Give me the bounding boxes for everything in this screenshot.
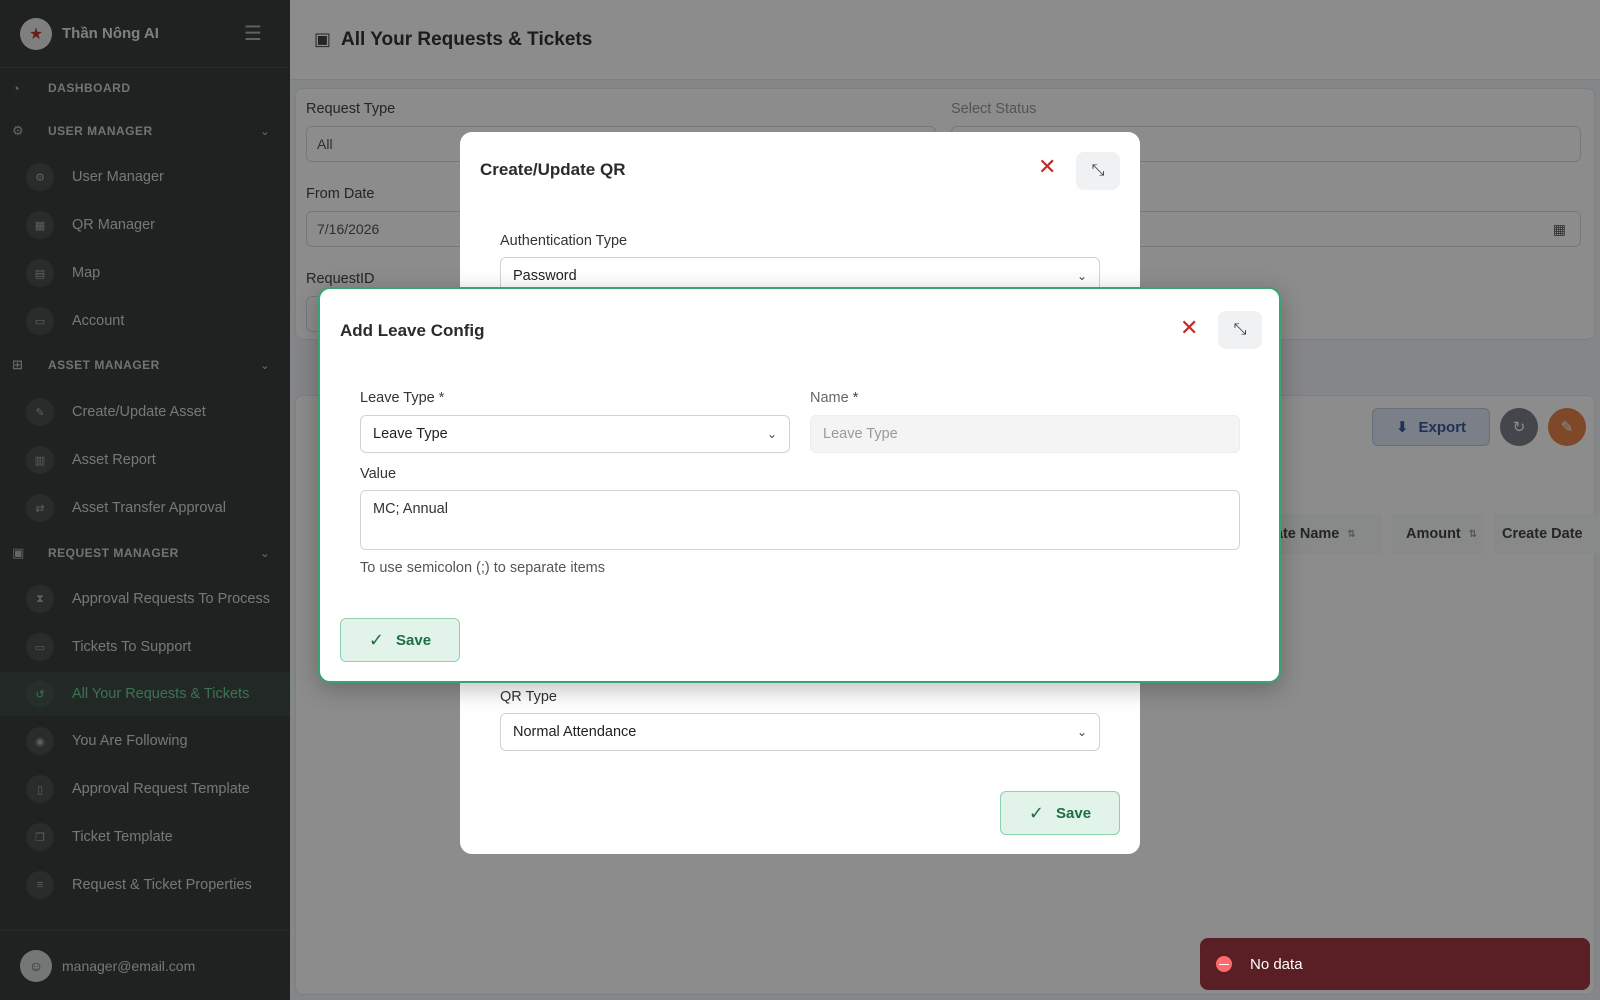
auth-type-value: Password [513, 268, 577, 284]
value-hint: To use semicolon (;) to separate items [360, 560, 605, 576]
chevron-down-icon: ⌄ [1076, 725, 1087, 739]
qr-type-select[interactable]: Normal Attendance ⌄ [500, 713, 1100, 751]
no-entry-icon: — [1216, 956, 1232, 972]
leave-type-value: Leave Type [373, 426, 448, 442]
close-icon[interactable]: ✕ [1180, 315, 1198, 341]
name-input[interactable]: Leave Type [810, 415, 1240, 453]
dialog-title: Create/Update QR [480, 160, 626, 179]
toast-message: No data [1250, 955, 1303, 973]
minimize-icon: ⤡ [1233, 321, 1247, 338]
save-button[interactable]: ✓ Save [1000, 791, 1120, 835]
maximize-button[interactable]: ⤡ [1076, 152, 1120, 190]
leave-type-label: Leave Type * [360, 390, 444, 406]
required-mark: * [438, 390, 445, 406]
value-label: Value [360, 466, 397, 482]
required-mark: * [852, 390, 859, 406]
dialog-title: Add Leave Config [340, 321, 485, 340]
chevron-down-icon: ⌄ [1076, 269, 1087, 283]
name-label: Name * [810, 390, 858, 406]
value-textarea[interactable]: MC; Annual [360, 490, 1240, 550]
error-toast[interactable]: — No data [1200, 938, 1590, 990]
maximize-button[interactable]: ⤡ [1218, 311, 1262, 349]
save-button[interactable]: ✓ Save [340, 618, 460, 662]
add-leave-config-dialog: Add Leave Config ✕ ⤡ Leave Type * Leave … [318, 287, 1281, 683]
name-label-text: Name [810, 390, 849, 406]
qr-type-label: QR Type [500, 689, 557, 705]
save-button-label: Save [1056, 804, 1092, 822]
save-button-label: Save [396, 631, 432, 649]
leave-type-label-text: Leave Type [360, 390, 435, 406]
close-icon[interactable]: ✕ [1038, 154, 1056, 180]
leave-type-select[interactable]: Leave Type ⌄ [360, 415, 790, 453]
check-icon: ✓ [1028, 802, 1045, 823]
auth-type-label: Authentication Type [500, 233, 628, 249]
qr-type-value: Normal Attendance [513, 724, 637, 740]
chevron-down-icon: ⌄ [766, 427, 777, 441]
minimize-icon: ⤡ [1091, 162, 1105, 179]
check-icon: ✓ [368, 629, 385, 650]
